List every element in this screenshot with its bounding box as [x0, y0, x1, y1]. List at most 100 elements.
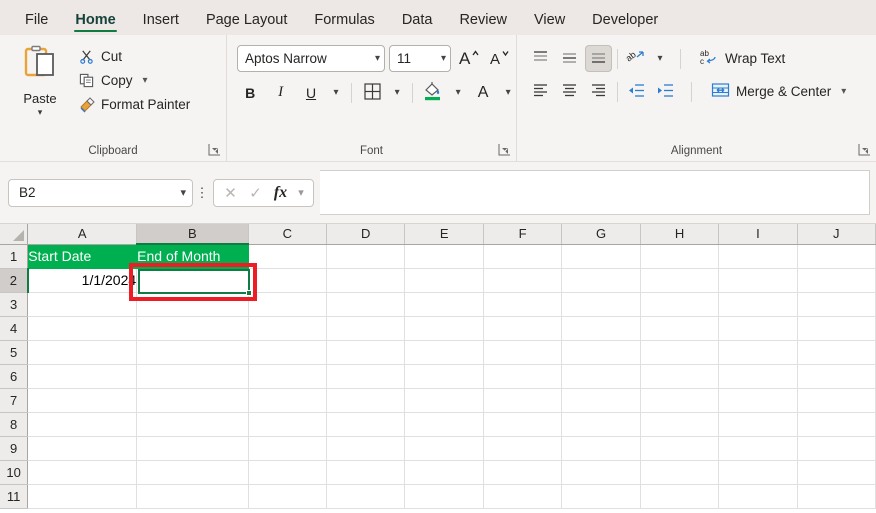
row-header-3[interactable]: 3: [0, 292, 29, 317]
column-header-b[interactable]: B: [136, 224, 249, 245]
name-box-chevron-down-icon[interactable]: ▾: [180, 186, 186, 199]
row-header-11[interactable]: 11: [0, 484, 29, 509]
font-dialog-launcher-icon[interactable]: [498, 143, 511, 156]
cell-D1[interactable]: [326, 244, 406, 269]
cell-F1[interactable]: [483, 244, 563, 269]
cell-J10[interactable]: [797, 460, 876, 485]
cell-E3[interactable]: [404, 292, 484, 317]
column-header-e[interactable]: E: [404, 224, 484, 245]
cell-H6[interactable]: [640, 364, 720, 389]
cell-C6[interactable]: [248, 364, 328, 389]
cell-D11[interactable]: [326, 484, 406, 509]
cell-F8[interactable]: [483, 412, 563, 437]
tab-insert[interactable]: Insert: [132, 10, 190, 35]
cell-J8[interactable]: [797, 412, 876, 437]
cell-I7[interactable]: [718, 388, 798, 413]
cell-I6[interactable]: [718, 364, 798, 389]
cell-A9[interactable]: [27, 436, 138, 461]
cell-E1[interactable]: [404, 244, 484, 269]
cell-I5[interactable]: [718, 340, 798, 365]
name-box[interactable]: B2 ▾: [8, 178, 193, 207]
cell-D9[interactable]: [326, 436, 406, 461]
align-top-button[interactable]: [527, 45, 554, 72]
cell-G11[interactable]: [561, 484, 641, 509]
cell-J3[interactable]: [797, 292, 876, 317]
cell-A4[interactable]: [27, 316, 138, 341]
row-header-2[interactable]: 2: [0, 268, 29, 293]
row-header-5[interactable]: 5: [0, 340, 29, 365]
merge-and-center-button[interactable]: Merge & Center ▾: [704, 78, 853, 105]
cell-E6[interactable]: [404, 364, 484, 389]
cell-J4[interactable]: [797, 316, 876, 341]
cell-E9[interactable]: [404, 436, 484, 461]
cell-D2[interactable]: [326, 268, 406, 293]
orientation-button[interactable]: ab: [623, 45, 650, 72]
cell-F2[interactable]: [483, 268, 563, 293]
cell-F5[interactable]: [483, 340, 563, 365]
bold-button[interactable]: B: [237, 79, 263, 106]
font-size-chevron-down-icon[interactable]: ▾: [438, 53, 446, 64]
cell-E10[interactable]: [404, 460, 484, 485]
cell-J6[interactable]: [797, 364, 876, 389]
cell-H7[interactable]: [640, 388, 720, 413]
cell-H4[interactable]: [640, 316, 720, 341]
cell-G1[interactable]: [561, 244, 641, 269]
cell-I4[interactable]: [718, 316, 798, 341]
cell-H2[interactable]: [640, 268, 720, 293]
row-header-7[interactable]: 7: [0, 388, 29, 413]
cell-I3[interactable]: [718, 292, 798, 317]
fill-color-chevron-down-icon[interactable]: ▾: [450, 79, 466, 106]
cell-B11[interactable]: [136, 484, 249, 509]
cell-B6[interactable]: [136, 364, 249, 389]
cell-H1[interactable]: [640, 244, 720, 269]
cell-A11[interactable]: [27, 484, 138, 509]
increase-font-size-button[interactable]: A: [455, 45, 482, 72]
cut-button[interactable]: Cut: [74, 46, 194, 67]
font-size-combo[interactable]: 11 ▾: [389, 45, 451, 72]
cell-F7[interactable]: [483, 388, 563, 413]
cell-J1[interactable]: [797, 244, 876, 269]
cell-F11[interactable]: [483, 484, 563, 509]
cell-H3[interactable]: [640, 292, 720, 317]
orientation-chevron-down-icon[interactable]: ▾: [652, 45, 668, 72]
fill-color-button[interactable]: [420, 79, 446, 106]
cell-I8[interactable]: [718, 412, 798, 437]
cell-B9[interactable]: [136, 436, 249, 461]
cell-G3[interactable]: [561, 292, 641, 317]
cell-C4[interactable]: [248, 316, 328, 341]
column-header-h[interactable]: H: [640, 224, 720, 245]
underline-chevron-down-icon[interactable]: ▾: [328, 79, 344, 106]
cell-C2[interactable]: [248, 268, 328, 293]
column-header-c[interactable]: C: [248, 224, 328, 245]
cell-B3[interactable]: [136, 292, 249, 317]
cancel-icon[interactable]: ✕: [219, 181, 242, 204]
cell-A6[interactable]: [27, 364, 138, 389]
cell-E7[interactable]: [404, 388, 484, 413]
cell-I11[interactable]: [718, 484, 798, 509]
cell-G8[interactable]: [561, 412, 641, 437]
formula-chevron-down-icon[interactable]: ▾: [294, 181, 308, 204]
wrap-text-button[interactable]: ab c Wrap Text: [693, 45, 792, 72]
cell-C1[interactable]: [248, 244, 328, 269]
align-middle-button[interactable]: [556, 45, 583, 72]
cell-E2[interactable]: [404, 268, 484, 293]
tab-home[interactable]: Home: [64, 10, 126, 35]
font-color-button[interactable]: A: [470, 79, 496, 106]
cell-B8[interactable]: [136, 412, 249, 437]
increase-indent-button[interactable]: [652, 78, 679, 105]
cell-J5[interactable]: [797, 340, 876, 365]
cell-C3[interactable]: [248, 292, 328, 317]
row-header-4[interactable]: 4: [0, 316, 29, 341]
cell-D5[interactable]: [326, 340, 406, 365]
cell-H8[interactable]: [640, 412, 720, 437]
cell-H9[interactable]: [640, 436, 720, 461]
font-name-combo[interactable]: Aptos Narrow ▾: [237, 45, 385, 72]
cell-E8[interactable]: [404, 412, 484, 437]
paste-chevron-down-icon[interactable]: ▾: [38, 107, 43, 117]
insert-function-icon[interactable]: fx: [269, 181, 292, 204]
column-header-j[interactable]: J: [797, 224, 876, 245]
underline-button[interactable]: U: [298, 79, 324, 106]
font-name-chevron-down-icon[interactable]: ▾: [372, 53, 380, 64]
cell-A2[interactable]: 1/1/2024: [27, 268, 138, 293]
cell-I10[interactable]: [718, 460, 798, 485]
